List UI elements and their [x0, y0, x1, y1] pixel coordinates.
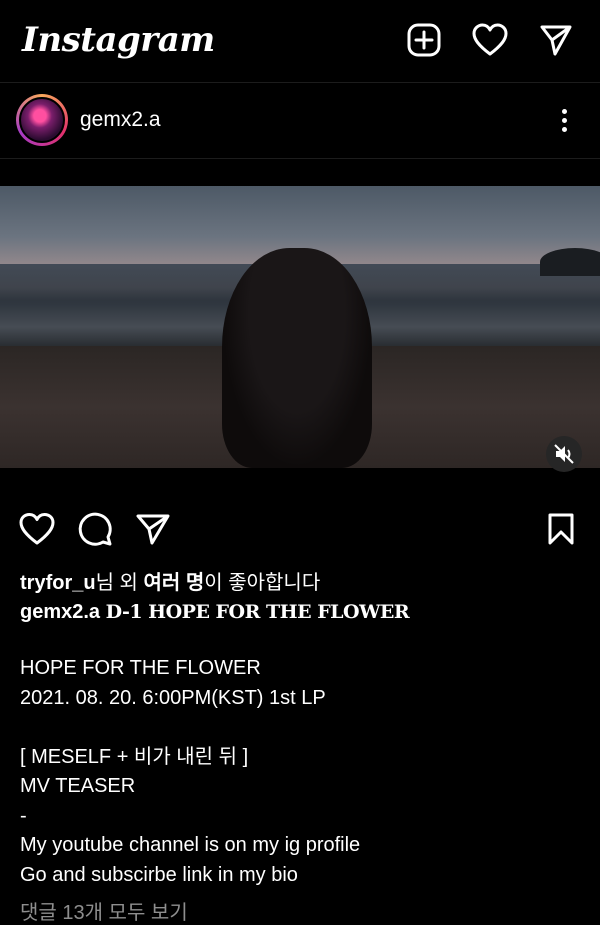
post-video[interactable] [0, 186, 600, 468]
top-divider [0, 82, 600, 83]
avatar[interactable] [16, 94, 68, 146]
post-actions [0, 510, 600, 550]
mute-button[interactable] [546, 436, 582, 472]
comment-icon[interactable] [76, 510, 114, 548]
direct-message-icon[interactable] [538, 22, 574, 58]
more-options-icon[interactable] [554, 106, 574, 136]
instagram-logo[interactable]: Instagram [22, 20, 215, 60]
caption-line: [ MESELF + 비가 내린 뒤 ] [20, 745, 249, 768]
caption-line: My youtube channel is on my ig profile [20, 834, 361, 856]
view-all-comments-link[interactable]: 댓글 13개 모두 보기 [20, 896, 188, 925]
caption-body: HOPE FOR THE FLOWER 2021. 08. 20. 6:00PM… [20, 654, 590, 890]
likes-others[interactable]: 여러 명 [144, 572, 205, 594]
caption-line [20, 713, 590, 743]
speaker-muted-icon [554, 444, 574, 464]
likes-user[interactable]: tryfor_u [20, 572, 96, 594]
top-bar: Instagram [0, 0, 600, 82]
caption-username[interactable]: gemx2.a [20, 601, 100, 623]
caption-line: MV TEASER [20, 775, 136, 797]
header-divider [0, 158, 600, 159]
caption-line: 2021. 08. 20. 6:00PM(KST) 1st LP [20, 686, 326, 709]
share-icon[interactable] [134, 510, 172, 548]
caption-line: - [20, 804, 27, 827]
heart-icon[interactable] [472, 22, 508, 58]
like-icon[interactable] [18, 510, 56, 548]
caption-line: HOPE FOR THE FLOWER [20, 657, 261, 679]
caption-title: D-1 HOPE FOR THE FLOWER [105, 601, 410, 623]
post-header: gemx2.a [0, 88, 600, 158]
avatar-image [19, 97, 65, 143]
likes-end: 이 좋아합니다 [204, 572, 321, 594]
new-post-icon[interactable] [406, 22, 442, 58]
likes-summary[interactable]: tryfor_u님 외 여러 명이 좋아합니다 [20, 566, 320, 595]
caption-header: gemx2.a D-1 HOPE FOR THE FLOWER [20, 598, 590, 627]
post-username[interactable]: gemx2.a [80, 108, 161, 132]
top-icons [406, 22, 574, 58]
video-island [540, 248, 600, 276]
likes-suffix: 님 외 [95, 572, 144, 594]
video-person [222, 248, 372, 468]
caption-line: Go and subscirbe link in my bio [20, 863, 298, 886]
save-bookmark-icon[interactable] [542, 510, 580, 548]
